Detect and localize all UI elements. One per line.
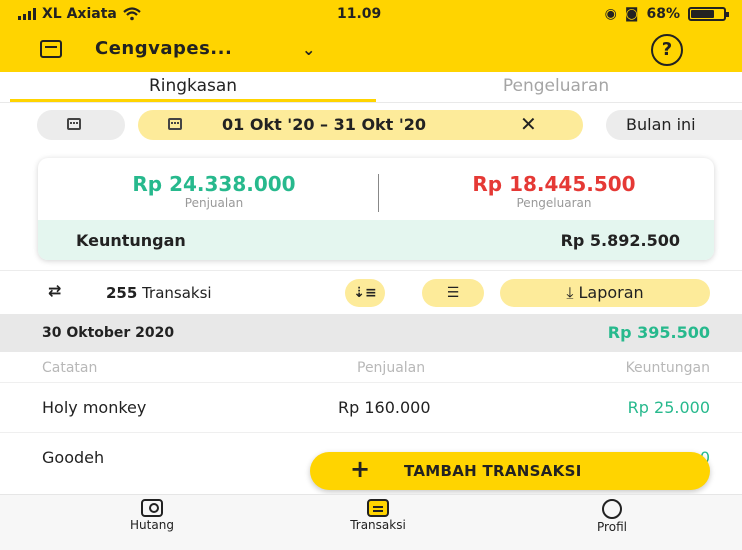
carrier-name: XL Axiata (42, 6, 117, 22)
profit-value: Rp 5.892.500 (560, 231, 680, 250)
date-range-text: 01 Okt '20 – 31 Okt '20 (222, 115, 427, 134)
row-sales: Rp 160.000 (338, 398, 431, 417)
store-icon (40, 40, 62, 58)
filter-button[interactable]: ☰ (422, 279, 484, 307)
column-note: Catatan (42, 360, 98, 376)
sales-label: Penjualan (184, 196, 244, 210)
summary-card: Rp 24.338.000 Penjualan Rp 18.445.500 Pe… (38, 158, 714, 260)
row-note: Holy monkey (42, 398, 147, 417)
battery-percent: 68% (646, 6, 680, 22)
tab-pengeluaran[interactable]: Pengeluaran (380, 72, 732, 102)
status-time: 11.09 (337, 6, 382, 22)
profit-row: Keuntungan Rp 5.892.500 (38, 220, 714, 260)
debt-icon (141, 499, 163, 517)
report-label: Laporan (578, 283, 644, 302)
profile-icon (602, 499, 622, 519)
day-date: 30 Oktober 2020 (42, 325, 175, 341)
status-right: ◉ ◙ 68% (604, 6, 729, 22)
close-icon[interactable]: ✕ (520, 112, 537, 136)
tab-ringkasan[interactable]: Ringkasan (10, 72, 376, 102)
table-row[interactable]: Holy monkey Rp 160.000 Rp 25.000 (0, 382, 742, 432)
battery-icon (688, 7, 729, 21)
nav-item-hutang[interactable]: Hutang (92, 499, 212, 532)
carrier-info: XL Axiata (18, 6, 141, 22)
calendar-icon (67, 118, 81, 130)
status-bar: XL Axiata 11.09 ◉ ◙ 68% (0, 0, 742, 28)
transaction-count-label: Transaksi (142, 284, 212, 302)
column-headers: Catatan Penjualan Keuntungan (0, 352, 742, 382)
nav-item-transaksi[interactable]: Transaksi (318, 499, 438, 532)
sort-button[interactable]: ⇣≡ (345, 279, 385, 307)
add-transaction-label: TAMBAH TRANSAKSI (404, 462, 582, 480)
nav-label: Profil (597, 520, 627, 534)
transaction-icon (367, 499, 389, 517)
row-profit: Rp 25.000 (627, 398, 710, 417)
day-total: Rp 395.500 (607, 323, 710, 342)
preset-label: Bulan ini (626, 115, 696, 134)
report-button[interactable]: ⤓ Laporan (500, 279, 710, 307)
plus-icon: + (350, 455, 371, 483)
swap-icon[interactable]: ⇄ (48, 281, 61, 300)
chevron-down-icon[interactable]: ⌄ (302, 40, 315, 59)
alarm-icon: ◙ (624, 6, 639, 22)
sort-icon: ⇣≡ (353, 285, 377, 301)
filter-icon: ☰ (446, 285, 460, 301)
tab-divider (0, 102, 742, 103)
transaction-count-number: 255 (106, 284, 138, 302)
preset-chip[interactable]: Bulan ini (606, 110, 742, 140)
nav-item-profil[interactable]: Profil (552, 499, 672, 534)
signal-icon (18, 8, 36, 20)
column-sales: Penjualan (357, 360, 426, 376)
transaction-count: 255 Transaksi (106, 284, 212, 302)
calendar-chip[interactable] (37, 110, 125, 140)
app-header: XL Axiata 11.09 ◉ ◙ 68% Cengvapes... ⌄ ? (0, 0, 742, 72)
nav-label: Transaksi (350, 518, 406, 532)
lock-rotation-icon: ◉ (604, 6, 617, 22)
column-profit: Keuntungan (625, 360, 710, 376)
download-icon: ⤓ (566, 283, 574, 302)
transactions-toolbar: ⇄ 255 Transaksi ⇣≡ ☰ ⤓ Laporan (0, 270, 742, 314)
help-button[interactable]: ? (651, 34, 683, 66)
profit-label: Keuntungan (76, 231, 186, 250)
nav-label: Hutang (130, 518, 174, 532)
expense-label: Pengeluaran (516, 196, 592, 210)
bottom-nav: Hutang Transaksi Profil (0, 494, 742, 550)
calendar-icon (168, 118, 182, 130)
add-transaction-button[interactable]: + TAMBAH TRANSAKSI (310, 452, 710, 490)
day-group-header: 30 Oktober 2020 Rp 395.500 (0, 314, 742, 352)
row-note: Goodeh (42, 448, 105, 467)
wifi-icon (123, 7, 141, 21)
expense-total: Rp 18.445.500 (472, 172, 636, 196)
store-name[interactable]: Cengvapes... (95, 38, 232, 59)
date-range-chip[interactable]: 01 Okt '20 – 31 Okt '20 ✕ (138, 110, 583, 140)
summary-divider (378, 174, 379, 212)
store-header: Cengvapes... ⌄ ? (0, 28, 742, 72)
sales-total: Rp 24.338.000 (132, 172, 296, 196)
